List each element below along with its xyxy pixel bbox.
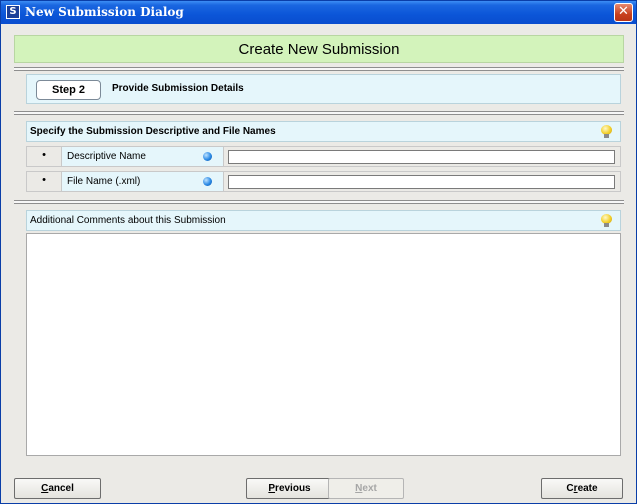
next-label: ext [362,483,377,494]
descriptive-name-input-cell [224,146,621,167]
app-icon: S [6,5,20,19]
page-title: Create New Submission [238,41,400,58]
previous-label: revious [275,483,311,494]
required-dot-icon [203,177,212,186]
file-name-input[interactable] [228,175,615,189]
descriptive-name-row: • Descriptive Name [26,146,621,167]
step-indicator: Step 2 [36,80,101,100]
divider [14,111,624,115]
create-label: eate [577,483,598,494]
descriptive-name-label: Descriptive Name [67,151,146,162]
cancel-label: ancel [48,483,74,494]
create-button[interactable]: Create [541,478,623,499]
comments-section-title: Additional Comments about this Submissio… [30,215,226,226]
file-name-label: File Name (.xml) [67,176,141,187]
step-description: Provide Submission Details [112,83,244,94]
cancel-button[interactable]: Cancel [14,478,101,499]
bullet-marker: • [26,171,62,192]
window-title: New Submission Dialog [25,5,184,19]
file-name-input-cell [224,171,621,192]
file-name-row: • File Name (.xml) [26,171,621,192]
lightbulb-icon[interactable] [601,214,612,228]
divider [14,200,624,204]
close-icon[interactable]: ✕ [614,3,633,22]
dialog-header: Create New Submission [14,35,624,63]
divider [14,67,624,71]
previous-button[interactable]: Previous [246,478,333,499]
file-name-label-cell: File Name (.xml) [62,171,224,192]
title-bar[interactable]: S New Submission Dialog ✕ [1,1,636,24]
comments-textarea[interactable] [26,233,621,456]
dialog-window: S New Submission Dialog ✕ Create New Sub… [0,0,637,504]
names-section-header: Specify the Submission Descriptive and F… [26,121,621,142]
descriptive-name-input[interactable] [228,150,615,164]
next-button[interactable]: Next [328,478,404,499]
create-prefix: C [566,483,574,494]
descriptive-name-label-cell: Descriptive Name [62,146,224,167]
comments-section-header: Additional Comments about this Submissio… [26,210,621,231]
required-dot-icon [203,152,212,161]
step-banner: Step 2 Provide Submission Details [26,74,621,104]
names-section-title: Specify the Submission Descriptive and F… [30,126,276,137]
lightbulb-icon[interactable] [601,125,612,139]
bullet-marker: • [26,146,62,167]
